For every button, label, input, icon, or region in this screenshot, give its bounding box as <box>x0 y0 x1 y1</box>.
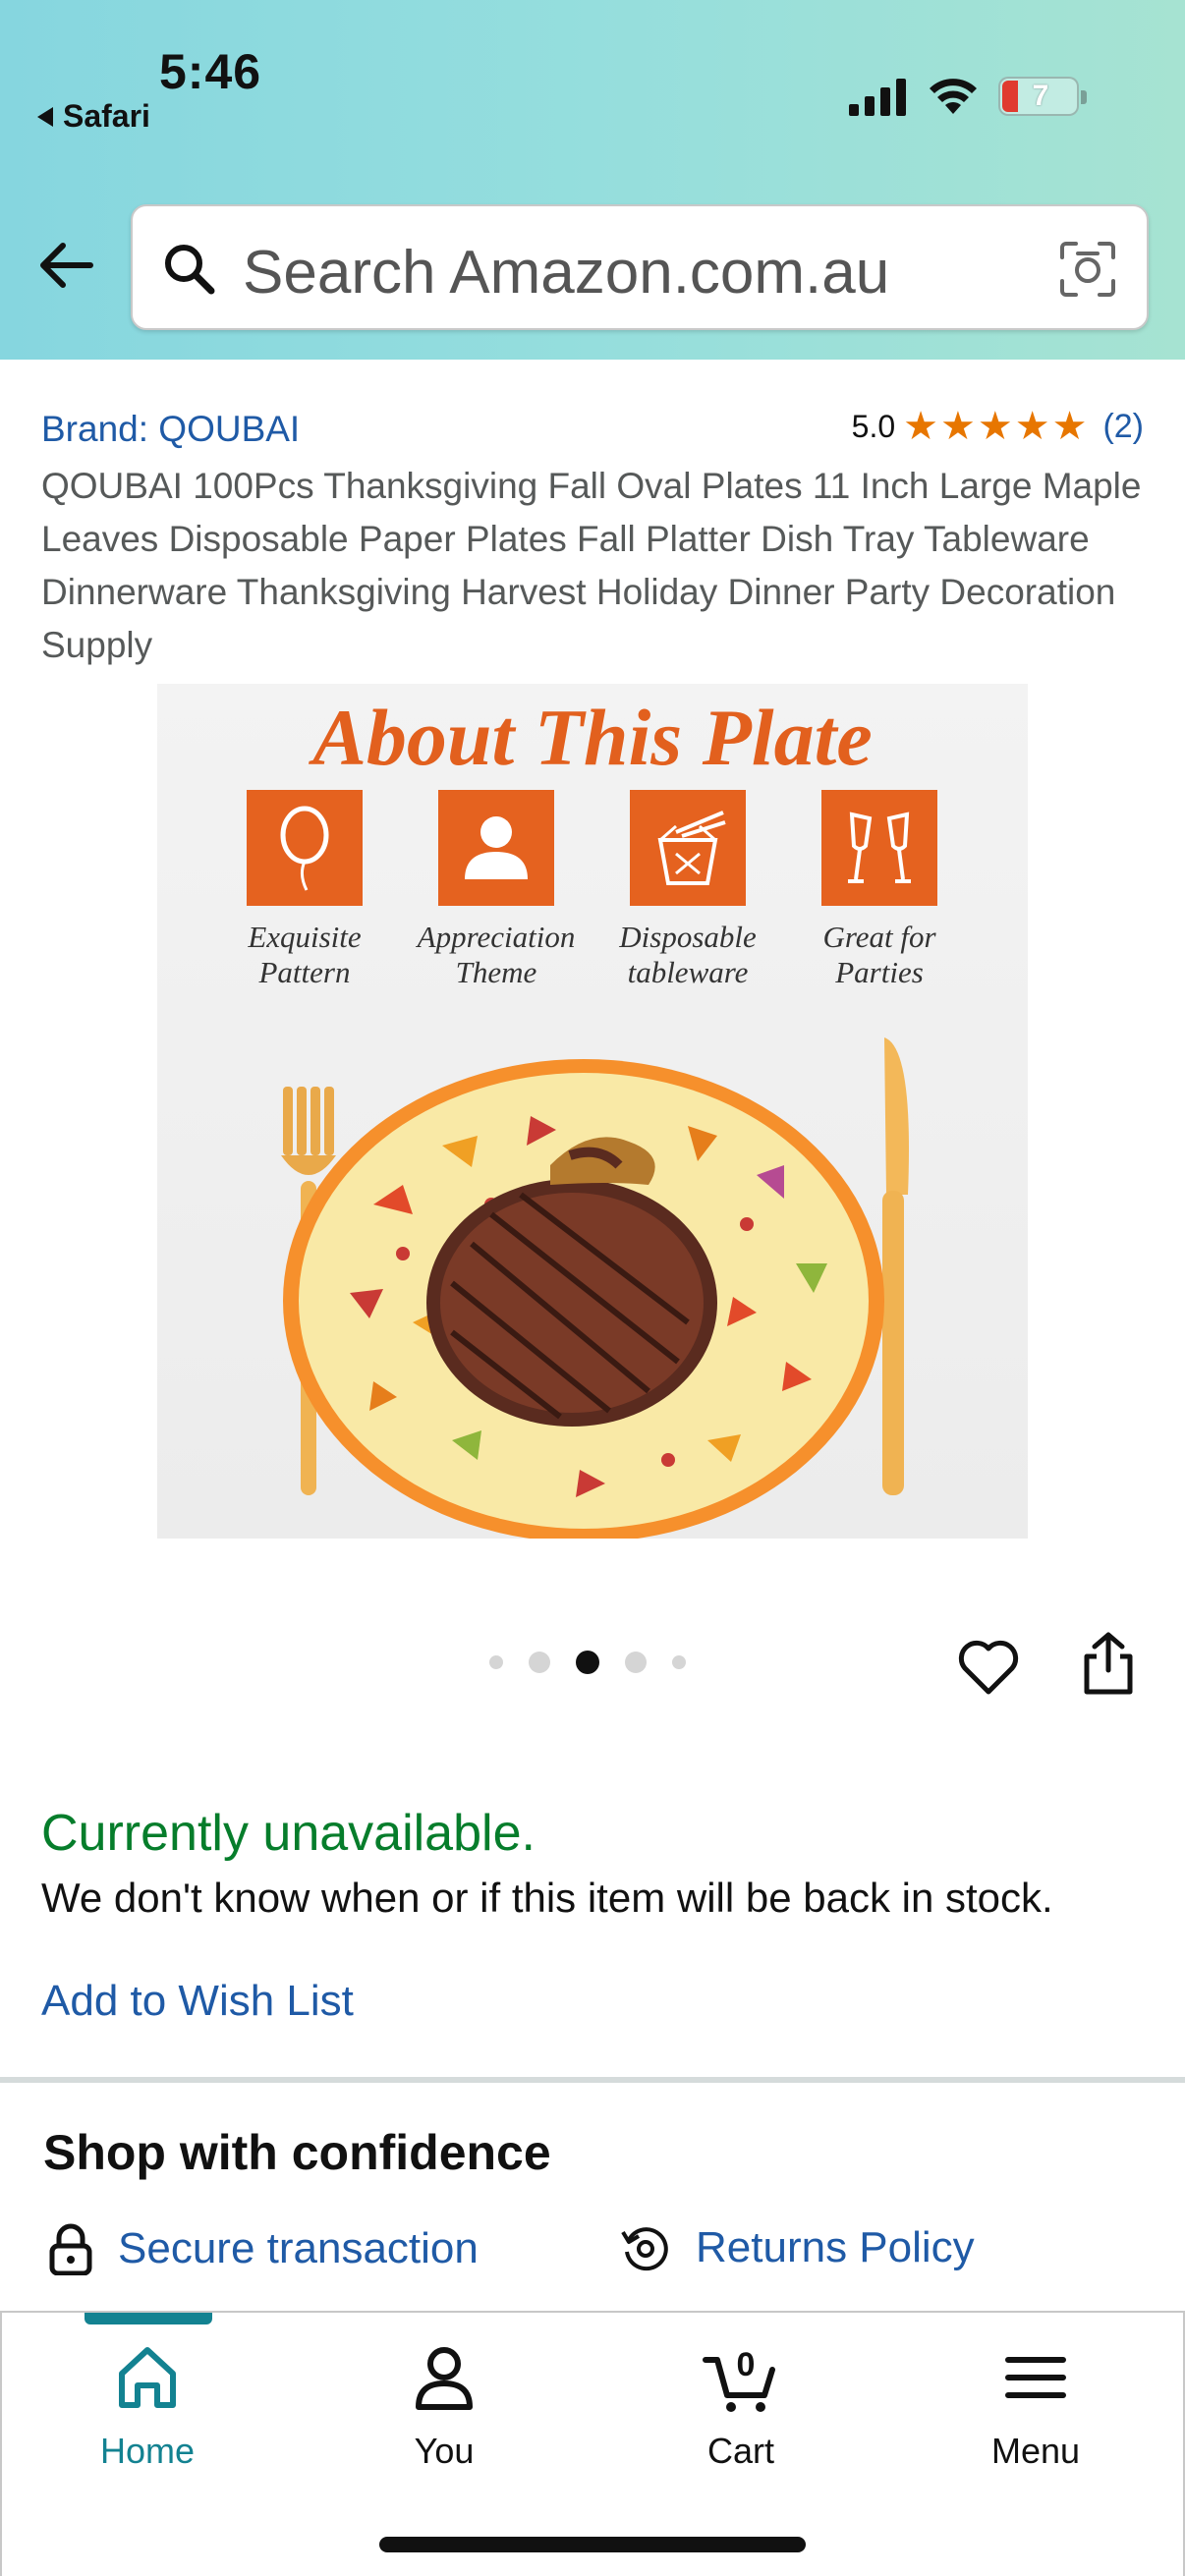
share-icon[interactable] <box>1081 1631 1136 1696</box>
image-heading: About This Plate <box>312 693 873 782</box>
feature-label-line2: Parties <box>835 955 924 989</box>
tab-cart[interactable]: 0 Cart <box>643 2338 839 2472</box>
camera-search-icon[interactable] <box>1058 240 1117 299</box>
tab-home[interactable]: Home <box>49 2338 246 2472</box>
star-icon: ★ <box>940 405 976 448</box>
cellular-signal-icon <box>849 79 906 116</box>
back-arrow-icon[interactable] <box>35 236 94 295</box>
feature-label-line2: tableware <box>627 955 749 989</box>
secure-transaction-link[interactable]: Secure transaction <box>49 2222 479 2275</box>
balloon-icon <box>247 790 363 906</box>
star-icon: ★ <box>903 405 938 448</box>
rating-score: 5.0 <box>851 408 896 444</box>
tab-menu-label: Menu <box>990 2431 1081 2471</box>
product-image[interactable]: About This Plate Exquisite Pattern Apprec… <box>157 684 1028 1539</box>
home-icon <box>119 2347 176 2408</box>
heart-icon[interactable] <box>957 1637 1020 1696</box>
plate-illustration <box>281 1037 909 1539</box>
back-app-label: Safari <box>63 98 150 134</box>
search-input[interactable]: Search Amazon.com.au <box>243 238 889 308</box>
feature-label-line1: Great for <box>822 920 936 954</box>
returns-policy-link[interactable]: Returns Policy <box>619 2222 975 2273</box>
add-to-wishlist-link[interactable]: Add to Wish List <box>41 1977 354 2026</box>
carousel-dot[interactable] <box>529 1652 550 1673</box>
rating-summary[interactable]: 5.0 ★ ★ ★ ★ ★ (2) <box>852 407 1144 446</box>
battery-level: 7 <box>1032 80 1049 112</box>
hamburger-menu-icon <box>1005 2357 1066 2398</box>
tab-you[interactable]: You <box>346 2338 542 2472</box>
star-icon: ★ <box>1014 405 1050 448</box>
tab-you-label: You <box>414 2431 475 2471</box>
secure-transaction-label: Secure transaction <box>118 2224 479 2272</box>
tab-home-label: Home <box>99 2431 196 2471</box>
product-title: QOUBAI 100Pcs Thanksgiving Fall Oval Pla… <box>41 466 1142 665</box>
knife-icon <box>882 1037 909 1495</box>
feature-label-line2: Pattern <box>258 955 351 989</box>
home-indicator[interactable] <box>379 2537 806 2552</box>
takeout-box-icon <box>630 790 746 906</box>
status-time: 5:46 <box>159 44 262 99</box>
star-icon: ★ <box>977 405 1013 448</box>
active-tab-indicator <box>85 2313 212 2324</box>
carousel-dot[interactable] <box>625 1652 647 1673</box>
product-page: 5:46 Safari 7 Search Amazon.com.au Brand… <box>0 0 1185 2576</box>
battery-indicator: 7 <box>998 77 1087 116</box>
availability-message: We don't know when or if this item will … <box>41 1875 1053 1921</box>
carousel-dot[interactable] <box>672 1655 686 1669</box>
feature-label-line1: Exquisite <box>248 920 362 954</box>
carousel-dot[interactable] <box>489 1655 503 1669</box>
rating-stars: ★ ★ ★ ★ ★ <box>903 407 1087 446</box>
header: 5:46 Safari 7 Search Amazon.com.au <box>0 0 1185 360</box>
star-icon: ★ <box>1051 405 1088 448</box>
feature-label-line2: Theme <box>455 955 537 989</box>
back-triangle-icon <box>37 106 53 127</box>
battery-nub <box>1081 90 1087 104</box>
shop-confidence-heading: Shop with confidence <box>43 2125 551 2180</box>
feature-label-line1: Appreciation <box>417 920 576 954</box>
tab-menu[interactable]: Menu <box>937 2338 1134 2472</box>
search-bar[interactable]: Search Amazon.com.au <box>131 204 1149 330</box>
returns-policy-label: Returns Policy <box>696 2223 975 2271</box>
returns-icon <box>621 2227 668 2271</box>
person-icon <box>416 2347 473 2410</box>
cart-icon: 0 <box>703 2346 775 2412</box>
feature-label-line1: Disposable <box>619 920 757 954</box>
brand-link[interactable]: Brand: QOUBAI <box>41 409 300 450</box>
tab-cart-label: Cart <box>706 2431 774 2471</box>
champagne-glasses-icon <box>821 790 937 906</box>
search-icon <box>165 245 215 295</box>
cart-count: 0 <box>737 2346 756 2383</box>
section-divider <box>0 2077 1185 2083</box>
image-carousel-dots[interactable] <box>489 1651 686 1674</box>
person-icon <box>438 790 554 906</box>
feature-disposable-tableware: Disposable tableware <box>599 790 776 990</box>
carousel-dot-active[interactable] <box>576 1651 599 1674</box>
wifi-icon <box>930 79 977 114</box>
feature-exquisite-pattern: Exquisite Pattern <box>216 790 393 990</box>
feature-appreciation-theme: Appreciation Theme <box>408 790 585 990</box>
lock-icon <box>49 2223 92 2275</box>
rating-count-link[interactable]: (2) <box>1102 408 1144 446</box>
availability-status: Currently unavailable. <box>41 1805 536 1862</box>
feature-great-for-parties: Great for Parties <box>791 790 968 990</box>
back-to-app-button[interactable]: Safari <box>37 98 150 135</box>
